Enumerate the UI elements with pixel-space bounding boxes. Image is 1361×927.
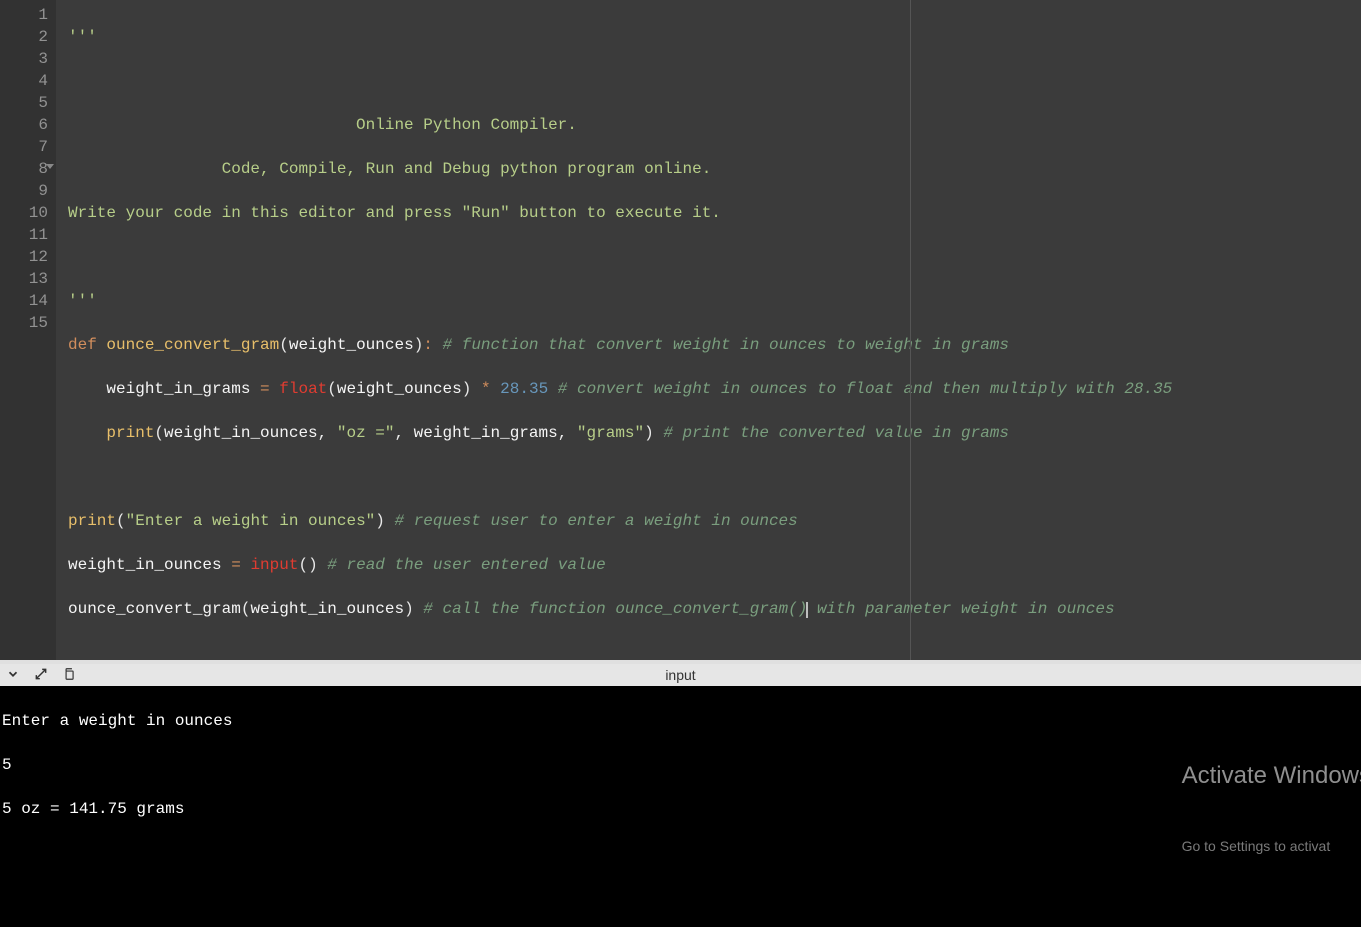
code-token: weight_in_grams [106, 380, 250, 398]
code-token: "oz =" [337, 424, 395, 442]
line-number: 5 [4, 92, 48, 114]
code-token: # convert weight in ounces to float and … [558, 380, 1173, 398]
line-number-gutter: 1 2 3 4 5 6 7 8 9 10 11 12 13 14 15 [0, 0, 56, 660]
code-token: : [423, 336, 433, 354]
line-number: 12 [4, 246, 48, 268]
code-token: print [106, 424, 154, 442]
code-token: ) [375, 512, 385, 530]
code-token: ( [154, 424, 164, 442]
line-number: 14 [4, 290, 48, 312]
code-token [68, 160, 222, 178]
console-toolbar: input [0, 664, 1361, 686]
code-token: weight_in_ounces [164, 424, 318, 442]
expand-icon [34, 667, 48, 681]
line-number: 2 [4, 26, 48, 48]
line-number: 11 [4, 224, 48, 246]
line-number: 4 [4, 70, 48, 92]
code-area[interactable]: ''' Online Python Compiler. Code, Compil… [56, 0, 1361, 660]
code-token: Write your code in this editor and press… [68, 204, 721, 222]
console-line [2, 886, 1359, 908]
code-token: weight_ounces [289, 336, 414, 354]
code-token: # function that convert weight in ounces… [443, 336, 1010, 354]
code-token: weight_in_ounces [68, 556, 222, 574]
code-token: * [481, 380, 491, 398]
code-token: ( [116, 512, 126, 530]
code-token: "Enter a weight in ounces" [126, 512, 376, 530]
console-title: input [665, 667, 695, 683]
console-line: Enter a weight in ounces [2, 710, 1359, 732]
chevron-down-icon [6, 667, 20, 681]
collapse-console-button[interactable] [6, 667, 20, 684]
code-editor[interactable]: 1 2 3 4 5 6 7 8 9 10 11 12 13 14 15 ''' … [0, 0, 1361, 660]
code-token: ounce_convert_gram [68, 600, 241, 618]
line-number: 10 [4, 202, 48, 224]
code-token: weight_in_ounces [250, 600, 404, 618]
line-number: 8 [4, 158, 48, 180]
code-token: Online Python Compiler. [356, 116, 577, 134]
line-number: 1 [4, 4, 48, 26]
code-token: ''' [68, 292, 97, 310]
code-token: = [260, 380, 270, 398]
console-output[interactable]: Enter a weight in ounces 5 5 oz = 141.75… [0, 686, 1361, 927]
code-token: , [558, 424, 577, 442]
code-token: 28.35 [500, 380, 548, 398]
code-token: ) [462, 380, 472, 398]
line-number: 7 [4, 136, 48, 158]
code-token: ( [241, 600, 251, 618]
code-token: # call the function ounce_convert_gram() [423, 600, 807, 618]
code-token [68, 424, 106, 442]
console-line: 5 [2, 754, 1359, 776]
line-number: 9 [4, 180, 48, 202]
code-token: ) [404, 600, 414, 618]
code-token: ) [644, 424, 654, 442]
code-token: # print the converted value in grams [663, 424, 1009, 442]
code-token: "grams" [577, 424, 644, 442]
code-token: , [394, 424, 413, 442]
code-token: = [231, 556, 241, 574]
line-number: 3 [4, 48, 48, 70]
code-token: weight_in_grams [414, 424, 558, 442]
line-number: 13 [4, 268, 48, 290]
code-token: float [279, 380, 327, 398]
line-number: 6 [4, 114, 48, 136]
code-token: ( [327, 380, 337, 398]
code-token: # read the user entered value [327, 556, 605, 574]
code-token: print [68, 512, 116, 530]
console-line [2, 842, 1359, 864]
copy-icon [62, 667, 76, 681]
fold-marker-icon[interactable] [46, 164, 54, 169]
code-token: ''' [68, 28, 97, 46]
code-token: () [298, 556, 317, 574]
code-token: ounce_convert_gram [106, 336, 279, 354]
code-token [68, 116, 356, 134]
console-line: 5 oz = 141.75 grams [2, 798, 1359, 820]
code-token: def [68, 336, 97, 354]
code-token: Code, Compile, Run and Debug python prog… [222, 160, 712, 178]
code-token: with parameter weight in ounces [807, 600, 1114, 618]
fullscreen-console-button[interactable] [34, 667, 48, 684]
line-number: 15 [4, 312, 48, 334]
code-token: input [250, 556, 298, 574]
code-token: , [318, 424, 337, 442]
code-token [68, 380, 106, 398]
copy-console-button[interactable] [62, 667, 76, 684]
code-token: weight_ounces [337, 380, 462, 398]
code-token: # request user to enter a weight in ounc… [394, 512, 797, 530]
